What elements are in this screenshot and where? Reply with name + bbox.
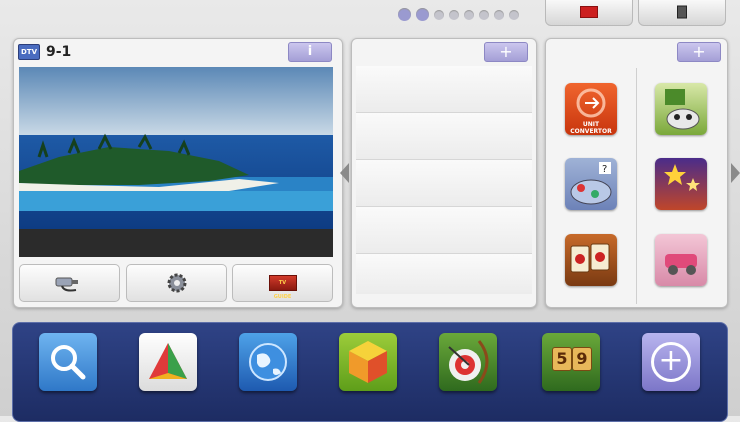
channel-display: DTV 9-1 — [18, 44, 71, 60]
red-indicator-icon — [580, 6, 598, 18]
mahjong-app[interactable] — [565, 234, 617, 286]
animal-game-app[interactable] — [655, 83, 707, 135]
page-dot[interactable] — [398, 8, 411, 21]
tv-guide-icon: TV GUIDE — [268, 275, 297, 300]
archery-icon — [448, 340, 489, 384]
cube-app[interactable] — [339, 333, 397, 391]
unit-convertor-app[interactable]: UNIT CONVERTOR — [565, 83, 617, 135]
triangle-app[interactable] — [139, 333, 197, 391]
gear-icon — [167, 273, 186, 293]
globe-app[interactable] — [239, 333, 297, 391]
number-puzzle-app[interactable]: 5 9 — [542, 333, 600, 391]
add-item-button[interactable]: + — [484, 42, 528, 62]
globe-icon — [249, 343, 287, 381]
page-dot[interactable] — [416, 8, 429, 21]
archery-game-app[interactable] — [439, 333, 497, 391]
pink-car-app[interactable] — [655, 234, 707, 286]
stars-icon — [664, 164, 700, 191]
settings-button[interactable] — [126, 264, 227, 302]
channel-number: 9-1 — [46, 44, 72, 60]
page-indicator — [398, 8, 519, 21]
top-button-dark[interactable] — [638, 0, 726, 26]
planet-game-app[interactable]: ? — [565, 158, 617, 210]
item-list — [356, 66, 532, 294]
number-tile: 9 — [572, 347, 592, 371]
stars-game-app[interactable] — [655, 158, 707, 210]
divider — [636, 68, 637, 304]
app-label: UNIT CONVERTOR — [570, 121, 612, 135]
search-app[interactable] — [39, 333, 97, 391]
plus-icon: + — [651, 342, 691, 382]
page-dot[interactable] — [479, 9, 489, 20]
top-button-red[interactable] — [545, 0, 633, 26]
cube-icon — [349, 341, 387, 383]
search-icon — [51, 345, 86, 380]
mahjong-tiles-icon — [570, 243, 610, 273]
input-source-button[interactable] — [19, 264, 120, 302]
scroll-right-arrow-icon[interactable] — [731, 163, 740, 183]
planet-icon: ? — [570, 162, 612, 205]
scroll-left-arrow-icon[interactable] — [340, 163, 349, 183]
tv-icon: DTV — [18, 44, 40, 60]
page-dot[interactable] — [434, 9, 444, 20]
animal-icon — [665, 89, 700, 130]
add-app-button[interactable]: + — [642, 333, 700, 391]
page-dot[interactable] — [509, 9, 519, 20]
triangle-logo-icon — [149, 343, 187, 379]
cable-plug-icon — [55, 277, 78, 292]
list-item[interactable] — [356, 254, 532, 294]
number-tile: 5 — [552, 347, 572, 371]
page-dot[interactable] — [494, 9, 504, 20]
list-item[interactable] — [356, 160, 532, 207]
list-item[interactable] — [356, 113, 532, 160]
car-icon — [665, 254, 697, 275]
square-indicator-icon — [677, 5, 687, 19]
tv-preview[interactable] — [19, 67, 333, 257]
list-item[interactable] — [356, 207, 532, 254]
info-button[interactable]: i — [288, 42, 332, 62]
page-dot[interactable] — [464, 9, 474, 20]
page-dot[interactable] — [449, 9, 459, 20]
beach-scene-image — [19, 67, 333, 257]
list-item[interactable] — [356, 66, 532, 113]
add-app-panel-button[interactable]: + — [677, 42, 721, 62]
svg-text:?: ? — [602, 164, 607, 175]
tv-guide-button[interactable]: TV GUIDE — [232, 264, 333, 302]
